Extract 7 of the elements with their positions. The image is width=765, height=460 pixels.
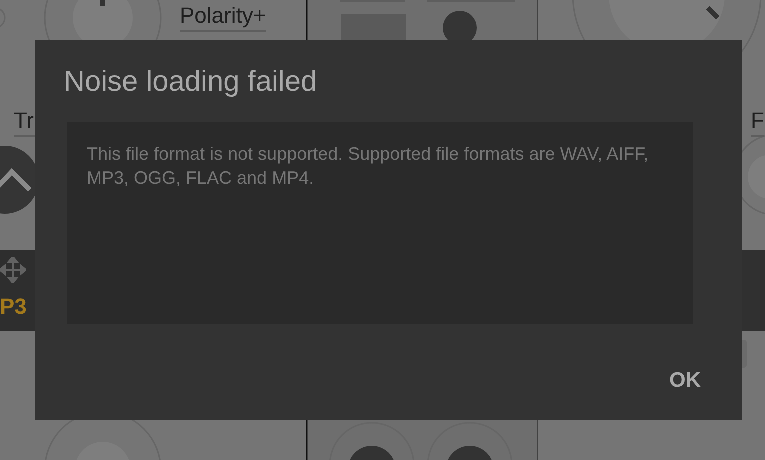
error-message: This file format is not supported. Supported file formats are WAV, AIFF, MP3, OGG, FLAC and MP4.: [67, 122, 693, 324]
dialog-title: Noise loading failed: [64, 68, 318, 97]
section-label: F: [751, 110, 764, 137]
polarity-label: Polarity+: [180, 5, 266, 32]
slot-label: P3: [0, 296, 27, 318]
move-arrows-icon: [0, 257, 26, 283]
ok-button[interactable]: OK: [658, 360, 713, 400]
